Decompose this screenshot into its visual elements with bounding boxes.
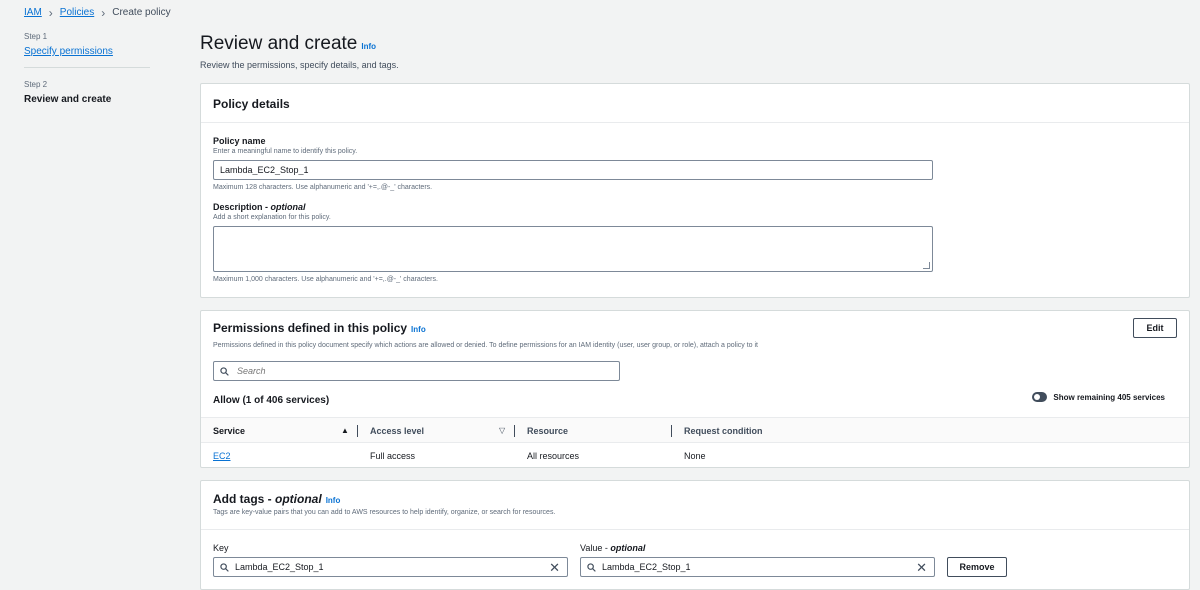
tags-info-link[interactable]: Info [326,496,341,505]
policy-name-help: Enter a meaningful name to identify this… [213,148,358,155]
policy-name-constraint: Maximum 128 characters. Use alphanumeric… [213,184,433,191]
tags-description: Tags are key-value pairs that you can ad… [213,509,556,516]
column-request-condition[interactable]: Request condition [684,426,763,436]
tags-optional: optional [275,492,322,506]
value-label: Value - optional [580,543,646,553]
policy-details-panel: Policy details Policy name Enter a meani… [200,83,1190,298]
permissions-panel: Permissions defined in this policy Info E… [200,310,1190,468]
chevron-right-icon: › [101,5,106,20]
condition-cell: None [684,451,706,461]
permissions-title-text: Permissions defined in this policy [213,321,408,335]
value-label-text: Value [580,543,603,553]
description-textarea[interactable] [213,226,933,272]
resize-grip-icon[interactable] [923,262,930,269]
tag-value-input[interactable]: Lambda_EC2_Stop_1 ✕ [580,557,935,577]
step-2-current: Review and create [24,94,112,105]
page-subtitle: Review the permissions, specify details,… [200,60,399,70]
access-level-cell: Full access [370,451,416,461]
column-access-level[interactable]: Access level [370,426,424,436]
page-title: Review and create Info [200,33,376,55]
policy-details-title: Policy details [213,97,290,111]
description-label: Description - optional [213,202,306,212]
search-input[interactable] [235,365,599,377]
clear-icon[interactable]: ✕ [549,561,560,574]
clear-icon[interactable]: ✕ [916,561,927,574]
wizard-steps: Step 1 Specify permissions Step 2 Review… [24,32,150,105]
description-optional: optional [270,202,306,212]
tag-value-value: Lambda_EC2_Stop_1 [602,562,691,572]
edit-button[interactable]: Edit [1133,318,1177,338]
toggle-switch-icon[interactable] [1032,392,1048,402]
permissions-description: Permissions defined in this policy docum… [213,342,758,349]
resource-cell: All resources [527,451,580,461]
toggle-label: Show remaining 405 services [1053,392,1165,402]
step-1-link[interactable]: Specify permissions [24,46,150,57]
value-optional: optional [610,543,646,553]
policy-name-label: Policy name [213,136,266,146]
policy-name-input[interactable] [213,160,933,180]
step-1-label: Step 1 [24,32,48,41]
breadcrumb-iam[interactable]: IAM [24,7,42,18]
column-divider [514,425,515,437]
column-divider [357,425,358,437]
search-icon [220,562,229,572]
breadcrumb-policies[interactable]: Policies [60,7,94,18]
sort-ascending-icon[interactable]: ▲ [341,426,349,435]
chevron-right-icon: › [48,5,53,20]
tags-title-text: Add tags [213,492,265,506]
breadcrumb-current: Create policy [112,7,171,18]
tag-key-value: Lambda_EC2_Stop_1 [235,562,324,572]
table-header: Service ▲ Access level ▽ Resource Reques… [201,417,1189,443]
tags-panel: Add tags - optional Info Tags are key-val… [200,480,1190,590]
tag-key-input[interactable]: Lambda_EC2_Stop_1 ✕ [213,557,568,577]
column-divider [671,425,672,437]
tags-title: Add tags - optional Info [213,492,341,506]
allow-title: Allow (1 of 406 services) [213,395,330,406]
step-divider [24,67,150,68]
column-service[interactable]: Service [213,426,245,436]
policy-details-header: Policy details [201,84,1189,123]
table-row: EC2 Full access All resources None [201,443,1189,468]
services-search[interactable] [213,361,620,381]
service-link-ec2[interactable]: EC2 [213,451,231,461]
description-help: Add a short explanation for this policy. [213,214,331,221]
breadcrumb: IAM › Policies › Create policy [24,5,171,20]
description-label-text: Description [213,202,263,212]
key-label: Key [213,543,229,553]
page-title-text: Review and create [200,33,358,54]
page-info-link[interactable]: Info [361,42,376,51]
sort-unsorted-icon[interactable]: ▽ [499,426,505,435]
column-resource[interactable]: Resource [527,426,568,436]
step-2-label: Step 2 [24,80,48,89]
tags-header: Add tags - optional Info Tags are key-val… [201,481,1189,530]
description-constraint: Maximum 1,000 characters. Use alphanumer… [213,276,438,283]
permissions-info-link[interactable]: Info [411,325,426,334]
search-icon [220,366,229,376]
search-icon [587,562,596,572]
remove-tag-button[interactable]: Remove [947,557,1007,577]
show-remaining-toggle[interactable]: Show remaining 405 services [1032,392,1165,402]
permissions-title: Permissions defined in this policy Info [213,321,426,335]
